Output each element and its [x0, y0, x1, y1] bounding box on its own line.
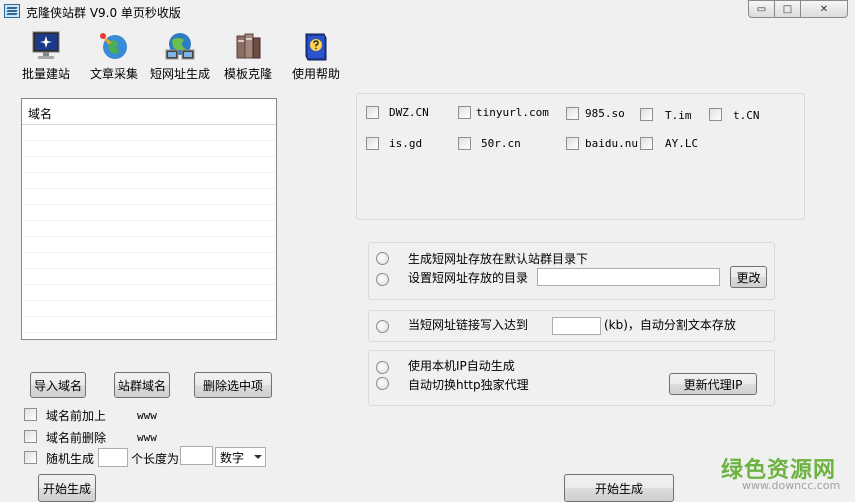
char-type-select[interactable]: 数字 — [215, 447, 266, 467]
app-icon — [4, 4, 20, 18]
import-domains-button[interactable]: 导入域名 — [30, 372, 86, 398]
shortener-label-tim: T.im — [665, 109, 692, 122]
shortener-label-isgd: is.gd — [389, 137, 423, 150]
shortener-label-tcn: t.CN — [733, 109, 760, 122]
prefix-add-value[interactable]: www — [137, 409, 157, 422]
shortener-checkbox-isgd[interactable] — [366, 137, 379, 150]
random-generate-checkbox[interactable] — [24, 451, 37, 464]
prefix-add-checkbox[interactable] — [24, 408, 37, 421]
shortener-label-dwz: DWZ.CN — [389, 106, 429, 119]
shortener-label-tinyurl: tinyurl.com — [476, 106, 549, 119]
window-controls: ▭ □ ✕ — [748, 0, 850, 18]
list-item[interactable] — [22, 301, 276, 317]
list-item[interactable] — [22, 189, 276, 205]
watermark-url: www.downcc.com — [742, 479, 841, 492]
list-item[interactable] — [22, 317, 276, 333]
list-item[interactable] — [22, 173, 276, 189]
update-proxy-button[interactable]: 更新代理IP — [669, 373, 757, 395]
shortener-checkbox-dwz[interactable] — [366, 106, 379, 119]
title-bar: 克隆侠站群 V9.0 单页秒收版 ▭ □ ✕ — [0, 0, 855, 22]
delete-selected-button[interactable]: 删除选中项 — [194, 372, 272, 398]
shortener-label-985so: 985.so — [585, 107, 625, 120]
shortener-label-50rcn: 50r.cn — [481, 137, 521, 150]
shortener-checkbox-50rcn[interactable] — [458, 137, 471, 150]
char-type-value: 数字 — [220, 450, 245, 465]
default-dir-radio[interactable] — [376, 252, 389, 265]
list-item[interactable] — [22, 125, 276, 141]
globe-icon — [98, 30, 130, 62]
shortener-label-baidunu: baidu.nu — [585, 137, 638, 150]
change-dir-button[interactable]: 更改 — [730, 266, 767, 288]
length-input[interactable] — [180, 446, 213, 465]
start-generate-left-button[interactable]: 开始生成 — [38, 474, 96, 502]
default-dir-label: 生成短网址存放在默认站群目录下 — [408, 252, 589, 266]
toolbar-help[interactable]: 使用帮助 — [288, 30, 344, 82]
custom-dir-label: 设置短网址存放的目录 — [408, 271, 529, 285]
random-generate-label: 随机生成 — [46, 452, 95, 466]
prefix-remove-checkbox[interactable] — [24, 430, 37, 443]
maximize-icon: □ — [782, 3, 793, 15]
list-item[interactable] — [22, 253, 276, 269]
toolbar-batch-build[interactable]: 批量建站 — [18, 30, 74, 82]
shortener-label-aylc: AY.LC — [665, 137, 699, 150]
list-item[interactable] — [22, 269, 276, 285]
site-group-domains-button[interactable]: 站群域名 — [114, 372, 170, 398]
help-book-icon — [300, 30, 332, 62]
domain-list-header: 域名 — [22, 99, 276, 125]
toolbar-help-label: 使用帮助 — [291, 67, 340, 81]
toolbar-template-clone-label: 模板克隆 — [223, 67, 272, 81]
shortener-checkbox-baidunu[interactable] — [566, 137, 579, 150]
custom-dir-radio[interactable] — [376, 273, 389, 286]
toolbar-short-url[interactable]: 短网址生成 — [148, 30, 212, 82]
network-icon — [164, 30, 196, 62]
random-count-input[interactable] — [98, 448, 128, 467]
split-label-after: (kb)，自动分割文本存放 — [604, 318, 736, 332]
split-size-input[interactable] — [552, 317, 601, 335]
toolbar-article-collect-label: 文章采集 — [89, 67, 138, 81]
list-item[interactable] — [22, 221, 276, 237]
prefix-remove-label: 域名前删除 — [46, 431, 107, 445]
close-icon: ✕ — [819, 3, 829, 15]
shortener-checkbox-985so[interactable] — [566, 107, 579, 120]
chevron-down-icon — [254, 455, 262, 459]
close-button[interactable]: ✕ — [801, 0, 848, 18]
toolbar-short-url-label: 短网址生成 — [149, 67, 210, 81]
toolbar-article-collect[interactable]: 文章采集 — [86, 30, 142, 82]
list-item[interactable] — [22, 141, 276, 157]
shortener-checkbox-tim[interactable] — [640, 108, 653, 121]
start-generate-right-button[interactable]: 开始生成 — [564, 474, 674, 502]
local-ip-radio[interactable] — [376, 361, 389, 374]
minimize-button[interactable]: ▭ — [748, 0, 775, 18]
shortener-checkbox-tcn[interactable] — [709, 108, 722, 121]
domain-list[interactable]: 域名 — [21, 98, 277, 340]
length-label: 个长度为 — [131, 452, 180, 466]
list-item[interactable] — [22, 237, 276, 253]
prefix-add-label: 域名前加上 — [46, 409, 107, 423]
prefix-remove-value[interactable]: www — [137, 431, 157, 444]
monitor-icon — [30, 30, 62, 62]
split-label-before: 当短网址链接写入达到 — [408, 318, 529, 332]
list-item[interactable] — [22, 285, 276, 301]
shortener-checkbox-tinyurl[interactable] — [458, 106, 471, 119]
books-icon — [232, 30, 264, 62]
shortener-checkbox-aylc[interactable] — [640, 137, 653, 150]
list-item[interactable] — [22, 157, 276, 173]
local-ip-label: 使用本机IP自动生成 — [408, 359, 515, 373]
toolbar-template-clone[interactable]: 模板克隆 — [220, 30, 276, 82]
custom-dir-input[interactable] — [537, 268, 720, 286]
split-radio[interactable] — [376, 320, 389, 333]
toolbar-batch-build-label: 批量建站 — [21, 67, 70, 81]
proxy-label: 自动切换http独家代理 — [408, 378, 529, 392]
proxy-radio[interactable] — [376, 377, 389, 390]
minimize-icon: ▭ — [756, 3, 767, 15]
list-item[interactable] — [22, 205, 276, 221]
maximize-button[interactable]: □ — [775, 0, 801, 18]
window-title: 克隆侠站群 V9.0 单页秒收版 — [26, 6, 181, 20]
